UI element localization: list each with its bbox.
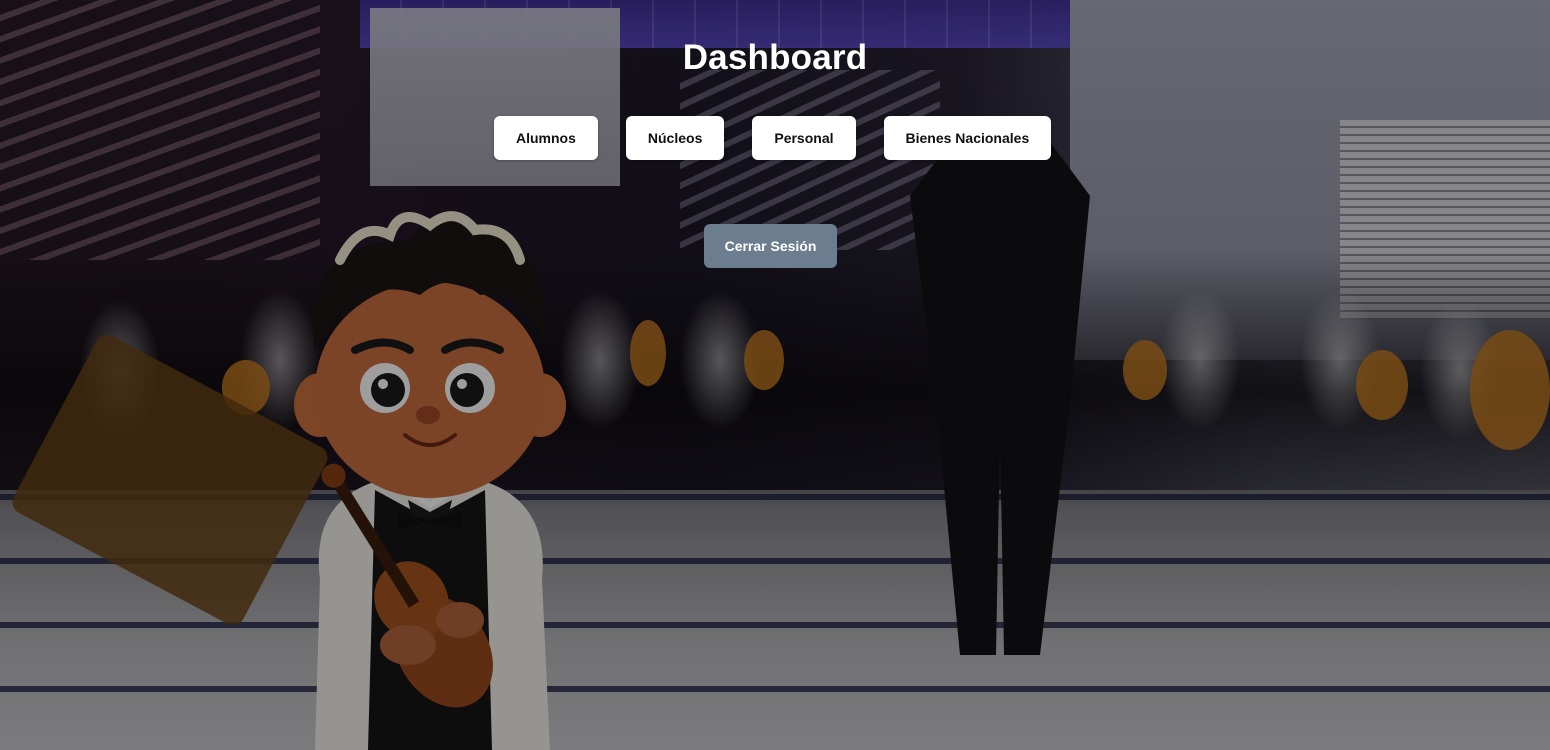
nav-button-bienes-nacionales[interactable]: Bienes Nacionales <box>883 116 1052 160</box>
nav-button-nucleos[interactable]: Núcleos <box>625 116 725 160</box>
nav-button-personal[interactable]: Personal <box>752 116 856 160</box>
logout-button[interactable]: Cerrar Sesión <box>704 224 837 268</box>
page-title: Dashboard <box>682 38 868 77</box>
nav-button-alumnos[interactable]: Alumnos <box>494 116 598 160</box>
dark-overlay <box>0 0 1550 750</box>
main-nav: Alumnos Núcleos Personal Bienes Nacional… <box>494 116 1052 160</box>
